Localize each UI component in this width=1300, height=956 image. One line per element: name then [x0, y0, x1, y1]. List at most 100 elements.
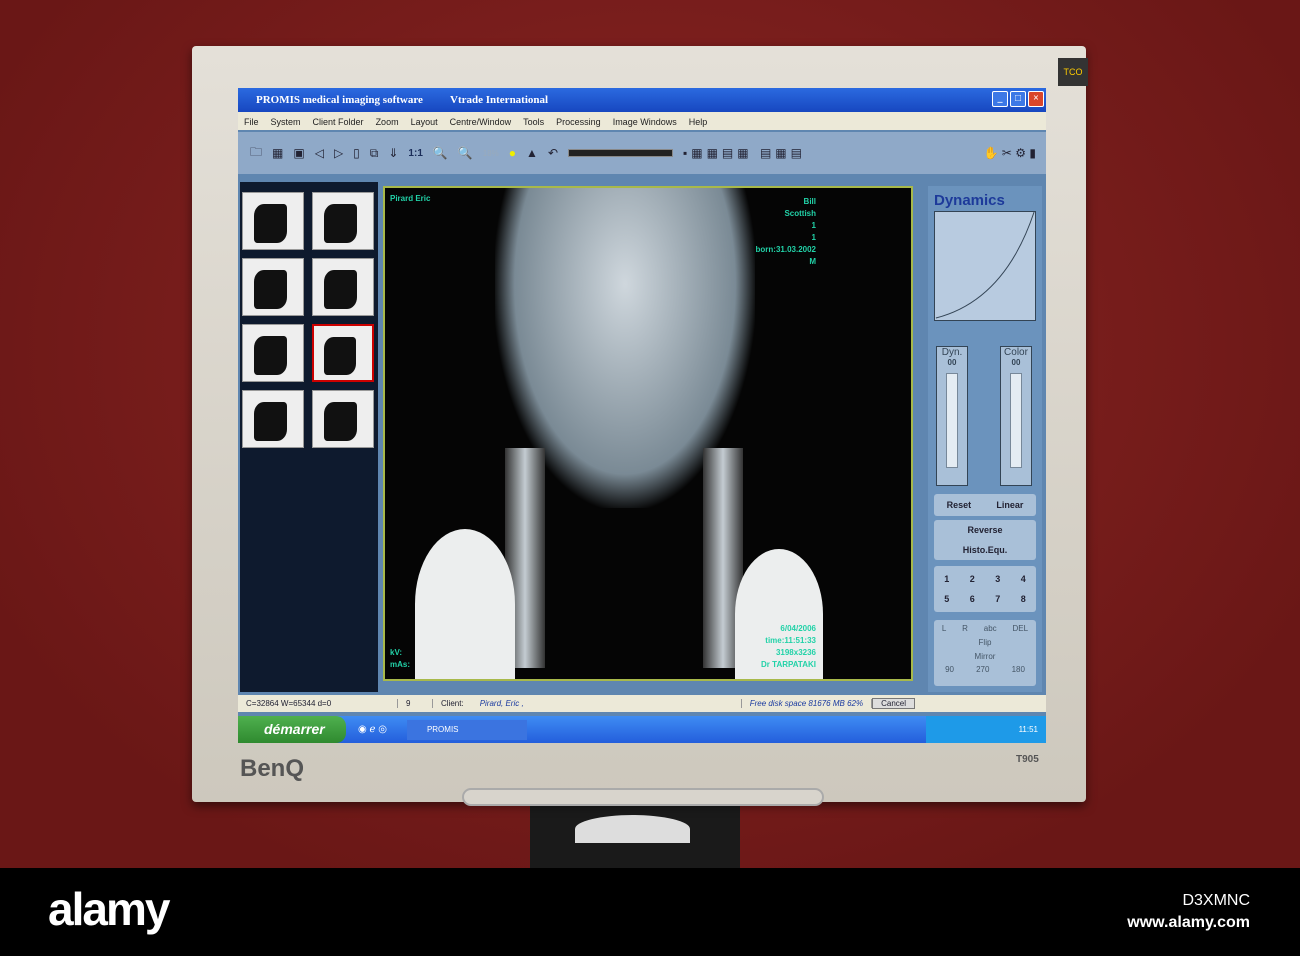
thumbnail[interactable] [242, 258, 304, 316]
client-label: Client: [441, 699, 464, 708]
overlay-study-info: 6/04/2006 time:11:51:33 3198x3236 Dr TARPAT… [761, 624, 816, 669]
overlay-patient-info: Bill Scottish 1 1 born:31.03.2002 M [755, 197, 816, 266]
contrast-slider[interactable] [568, 149, 673, 157]
thumbnail[interactable] [242, 192, 304, 250]
flip-button[interactable]: Flip [934, 638, 1036, 647]
bulb-icon[interactable]: ● [509, 146, 516, 160]
delete-button[interactable]: DEL [1012, 624, 1028, 633]
monitor-model: T905 [1016, 754, 1039, 765]
thumbnail-panel [240, 182, 378, 692]
xray-viewer[interactable]: Pirard Eric Bill Scottish 1 1 born:31.03.200… [383, 186, 913, 681]
window-subtitle: Vtrade International [450, 94, 549, 106]
system-tray: 11:51 [926, 716, 1046, 743]
zoom-in-icon[interactable]: 🔍 [433, 146, 448, 160]
window-level: C=32864 W=65344 d=0 [238, 699, 398, 708]
preset-4[interactable]: 4 [1011, 574, 1037, 584]
reverse-button[interactable]: Reverse [934, 520, 1036, 540]
preset-3[interactable]: 3 [985, 574, 1011, 584]
taskbar: démarrer ◉ ℯ ◎ PROMIS 11:51 [238, 716, 1046, 743]
layers-icon[interactable]: ▣ [293, 146, 304, 160]
zoom-level: 18% [482, 148, 499, 158]
dynamics-title: Dynamics [934, 192, 1005, 209]
preset-2[interactable]: 2 [960, 574, 986, 584]
grid-icon[interactable]: ▦ [272, 146, 283, 160]
text-button[interactable]: abc [984, 624, 997, 633]
watermark-bar: alamy D3XMNC www.alamy.com [0, 868, 1300, 956]
energy-badge: TCO [1058, 58, 1088, 86]
client-name: Pirard, Eric , [472, 699, 742, 708]
mirror-button[interactable]: Mirror [934, 652, 1036, 661]
watermark-logo: alamy [48, 883, 170, 935]
monitor-brand: BenQ [240, 755, 305, 782]
down-icon[interactable]: ⇓ [388, 146, 398, 160]
menu-bar: File System Client Folder Zoom Layout Ce… [238, 112, 1046, 130]
dynamics-curve[interactable] [934, 211, 1036, 321]
ratio-button[interactable]: 1:1 [408, 148, 422, 159]
menu-system[interactable]: System [271, 117, 301, 127]
clock: 11:51 [1018, 725, 1038, 734]
close-button[interactable]: × [1028, 91, 1044, 107]
thumbnail[interactable] [312, 258, 374, 316]
maximize-button[interactable]: □ [1010, 91, 1026, 107]
status-bar: C=32864 W=65344 d=0 9 Client: Pirard, Er… [238, 695, 1046, 712]
rotate-90-button[interactable]: 90 [945, 665, 954, 674]
menu-layout[interactable]: Layout [411, 117, 438, 127]
monitor-buttons[interactable] [462, 788, 824, 806]
layout-icons[interactable]: ▪▦▦▤▦ ▤▦▤ [683, 146, 806, 160]
thumbnail-selected[interactable] [312, 324, 374, 382]
menu-processing[interactable]: Processing [556, 117, 601, 127]
thumbnail[interactable] [242, 324, 304, 382]
toolbar: 🗀 ▦ ▣ ◁ ▷ ▯ ⧉ ⇓ 1:1 🔍 🔍 18% ● ▲ ↶ ▪▦▦▤▦ … [238, 132, 1046, 174]
reset-button[interactable]: Reset [947, 500, 972, 510]
window-title: PROMIS medical imaging software [256, 94, 423, 106]
histo-equ-button[interactable]: Histo.Equ. [934, 540, 1036, 560]
dynamics-panel: Dynamics Dyn. 00 Color 00 Reset Linear Rev… [928, 186, 1042, 692]
page-icon[interactable]: ▯ [353, 146, 360, 160]
menu-zoom[interactable]: Zoom [376, 117, 399, 127]
menu-help[interactable]: Help [689, 117, 708, 127]
preset-1[interactable]: 1 [934, 574, 960, 584]
thumbnail[interactable] [312, 390, 374, 448]
image-count: 9 [398, 699, 433, 708]
color-slider[interactable]: Color 00 [1000, 346, 1032, 486]
undo-icon[interactable]: ↶ [548, 146, 558, 160]
quicklaunch-icons[interactable]: ◉ ℯ ◎ [358, 724, 387, 735]
taskbar-item-promis[interactable]: PROMIS [406, 719, 527, 740]
prev-icon[interactable]: ◁ [315, 146, 324, 160]
watermark-url: www.alamy.com [1127, 914, 1250, 931]
folder-icon[interactable]: 🗀 [250, 143, 262, 164]
screen: PROMIS medical imaging software Vtrade I… [238, 88, 1046, 743]
preset-7[interactable]: 7 [985, 594, 1011, 604]
overlay-client: Pirard Eric [390, 194, 431, 203]
cancel-button[interactable]: Cancel [872, 698, 915, 709]
thumbnail[interactable] [312, 192, 374, 250]
menu-file[interactable]: File [244, 117, 259, 127]
dyn-slider[interactable]: Dyn. 00 [936, 346, 968, 486]
zoom-out-icon[interactable]: 🔍 [458, 146, 473, 160]
rotate-270-button[interactable]: 270 [976, 665, 989, 674]
preset-8[interactable]: 8 [1011, 594, 1037, 604]
copy-icon[interactable]: ⧉ [370, 146, 379, 161]
linear-button[interactable]: Linear [996, 500, 1023, 510]
disk-space: Free disk space 81676 MB 62% [742, 699, 873, 708]
menu-client-folder[interactable]: Client Folder [313, 117, 364, 127]
minimize-button[interactable]: _ [992, 91, 1008, 107]
next-icon[interactable]: ▷ [334, 146, 343, 160]
image-code: D3XMNC [1182, 892, 1250, 909]
thumbnail[interactable] [242, 390, 304, 448]
title-bar: PROMIS medical imaging software Vtrade I… [238, 88, 1046, 112]
menu-centre-window[interactable]: Centre/Window [450, 117, 512, 127]
right-marker-button[interactable]: R [962, 624, 968, 633]
preset-6[interactable]: 6 [960, 594, 986, 604]
overlay-exposure: kV: mAs: [390, 648, 411, 669]
rotate-180-button[interactable]: 180 [1012, 665, 1025, 674]
histogram-icon[interactable]: ▲ [526, 146, 538, 160]
tools-icons[interactable]: ✋ ✂ ⚙ ▮ [984, 146, 1036, 160]
start-button[interactable]: démarrer [238, 716, 346, 743]
menu-image-windows[interactable]: Image Windows [613, 117, 677, 127]
preset-buttons: 1234 5678 [934, 566, 1036, 612]
monitor-stand [530, 800, 740, 868]
preset-5[interactable]: 5 [934, 594, 960, 604]
menu-tools[interactable]: Tools [523, 117, 544, 127]
left-marker-button[interactable]: L [942, 624, 946, 633]
